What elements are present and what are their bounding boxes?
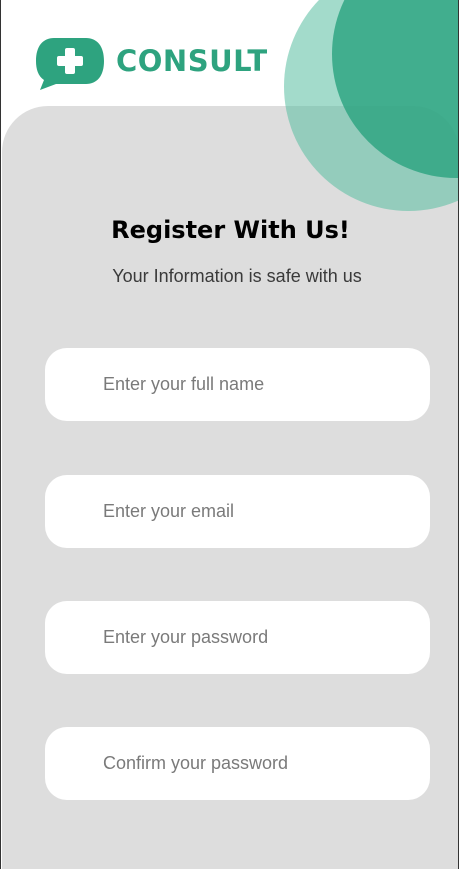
app-logo: CONSULT (34, 34, 268, 90)
password-input[interactable] (45, 601, 430, 674)
email-input[interactable] (45, 475, 430, 548)
confirm-password-input[interactable] (45, 727, 430, 800)
register-screen: CONSULT Register With Us! Your Informati… (0, 0, 459, 869)
page-subtitle: Your Information is safe with us (112, 266, 362, 286)
full-name-input[interactable] (45, 348, 430, 421)
app-name: CONSULT (116, 43, 268, 78)
speech-bubble-plus-icon (36, 38, 104, 90)
page-title: Register With Us! (111, 216, 350, 244)
